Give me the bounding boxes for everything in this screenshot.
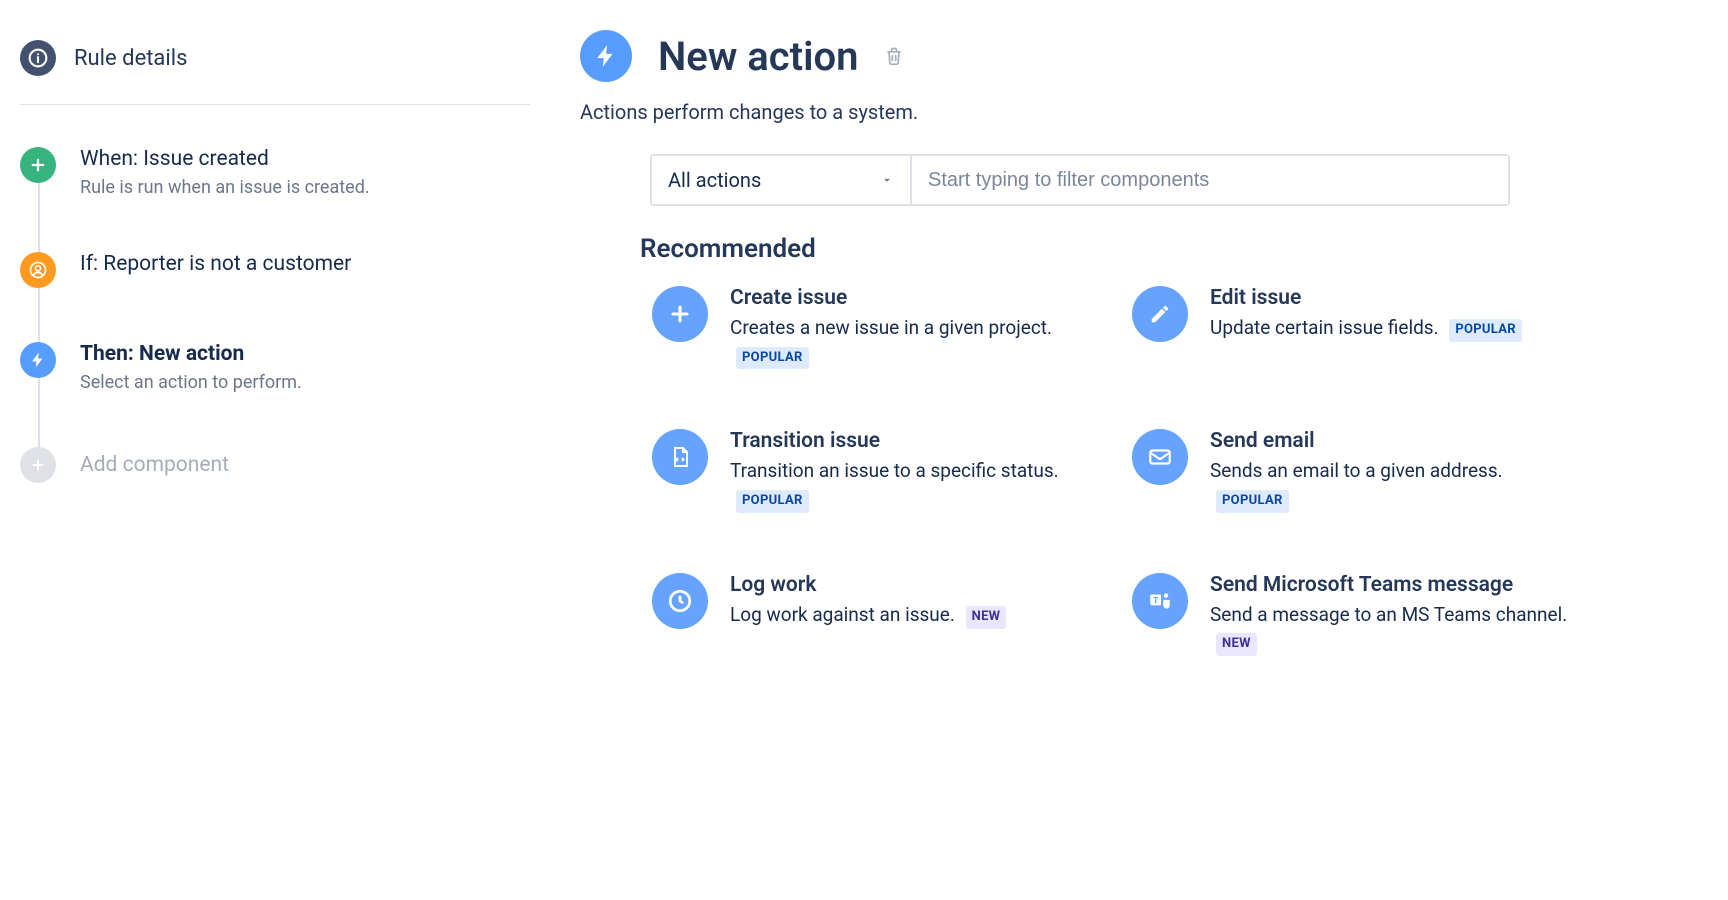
rule-details-row[interactable]: Rule details <box>20 30 530 105</box>
svg-text:T: T <box>1153 596 1159 606</box>
page-subtitle: Actions perform changes to a system. <box>580 100 1708 124</box>
plus-icon <box>652 286 708 342</box>
timeline-item-sub: Select an action to perform. <box>80 372 302 393</box>
popular-badge: POPULAR <box>736 347 809 370</box>
action-card-title: Send email <box>1210 429 1572 453</box>
new-badge: NEW <box>1216 633 1257 656</box>
action-card-transition-issue[interactable]: Transition issue Transition an issue to … <box>652 429 1092 512</box>
rule-sidebar: Rule details When: Issue created Rule is… <box>20 30 540 656</box>
main-header: New action <box>580 30 1708 82</box>
component-search-input[interactable] <box>912 156 1508 204</box>
action-cards-grid: Create issue Creates a new issue in a gi… <box>652 286 1708 656</box>
action-card-title: Log work <box>730 573 1006 597</box>
clock-icon <box>652 573 708 629</box>
teams-icon: T <box>1132 573 1188 629</box>
action-card-desc: Update certain issue fields. POPULAR <box>1210 314 1522 342</box>
rule-timeline: When: Issue created Rule is run when an … <box>20 133 530 493</box>
info-icon <box>20 40 56 76</box>
timeline-item-then[interactable]: Then: New action Select an action to per… <box>20 328 530 433</box>
timeline-item-when[interactable]: When: Issue created Rule is run when an … <box>20 133 530 238</box>
lightning-icon <box>580 30 632 82</box>
action-category-dropdown[interactable]: All actions <box>652 156 912 204</box>
action-card-desc: Send a message to an MS Teams channel. N… <box>1210 601 1572 656</box>
add-component-label: Add component <box>80 453 229 477</box>
plus-icon <box>20 147 56 183</box>
new-badge: NEW <box>966 606 1007 629</box>
filter-bar: All actions <box>650 154 1510 206</box>
action-card-title: Transition issue <box>730 429 1092 453</box>
action-card-edit-issue[interactable]: Edit issue Update certain issue fields. … <box>1132 286 1572 369</box>
action-card-title: Send Microsoft Teams message <box>1210 573 1572 597</box>
main-panel: New action Actions perform changes to a … <box>540 30 1708 656</box>
section-heading-recommended: Recommended <box>640 234 1708 264</box>
action-card-send-email[interactable]: Send email Sends an email to a given add… <box>1132 429 1572 512</box>
timeline-item-if[interactable]: If: Reporter is not a customer <box>20 238 530 328</box>
popular-badge: POPULAR <box>1216 490 1289 513</box>
action-card-desc: Transition an issue to a specific status… <box>730 457 1092 512</box>
page-title: New action <box>658 33 858 80</box>
rule-details-label: Rule details <box>74 46 187 71</box>
action-card-desc: Creates a new issue in a given project. … <box>730 314 1092 369</box>
action-card-desc: Log work against an issue. NEW <box>730 601 1006 629</box>
popular-badge: POPULAR <box>736 490 809 513</box>
action-card-log-work[interactable]: Log work Log work against an issue. NEW <box>652 573 1092 656</box>
lightning-icon <box>20 342 56 378</box>
chevron-down-icon <box>880 173 894 187</box>
action-card-send-teams-message[interactable]: T Send Microsoft Teams message Send a me… <box>1132 573 1572 656</box>
delete-action-button[interactable] <box>884 45 904 67</box>
popular-badge: POPULAR <box>1449 319 1522 342</box>
action-card-title: Create issue <box>730 286 1092 310</box>
action-card-desc: Sends an email to a given address. POPUL… <box>1210 457 1572 512</box>
action-card-title: Edit issue <box>1210 286 1522 310</box>
timeline-item-title: If: Reporter is not a customer <box>80 252 351 276</box>
timeline-item-title: Then: New action <box>80 342 302 366</box>
mail-icon <box>1132 429 1188 485</box>
action-card-create-issue[interactable]: Create issue Creates a new issue in a gi… <box>652 286 1092 369</box>
plus-grey-icon <box>20 447 56 483</box>
dropdown-selected-label: All actions <box>668 168 761 192</box>
timeline-item-title: When: Issue created <box>80 147 370 171</box>
timeline-item-add[interactable]: Add component <box>20 433 530 493</box>
timeline-item-sub: Rule is run when an issue is created. <box>80 177 370 198</box>
user-circle-icon <box>20 252 56 288</box>
pencil-icon <box>1132 286 1188 342</box>
file-transition-icon <box>652 429 708 485</box>
